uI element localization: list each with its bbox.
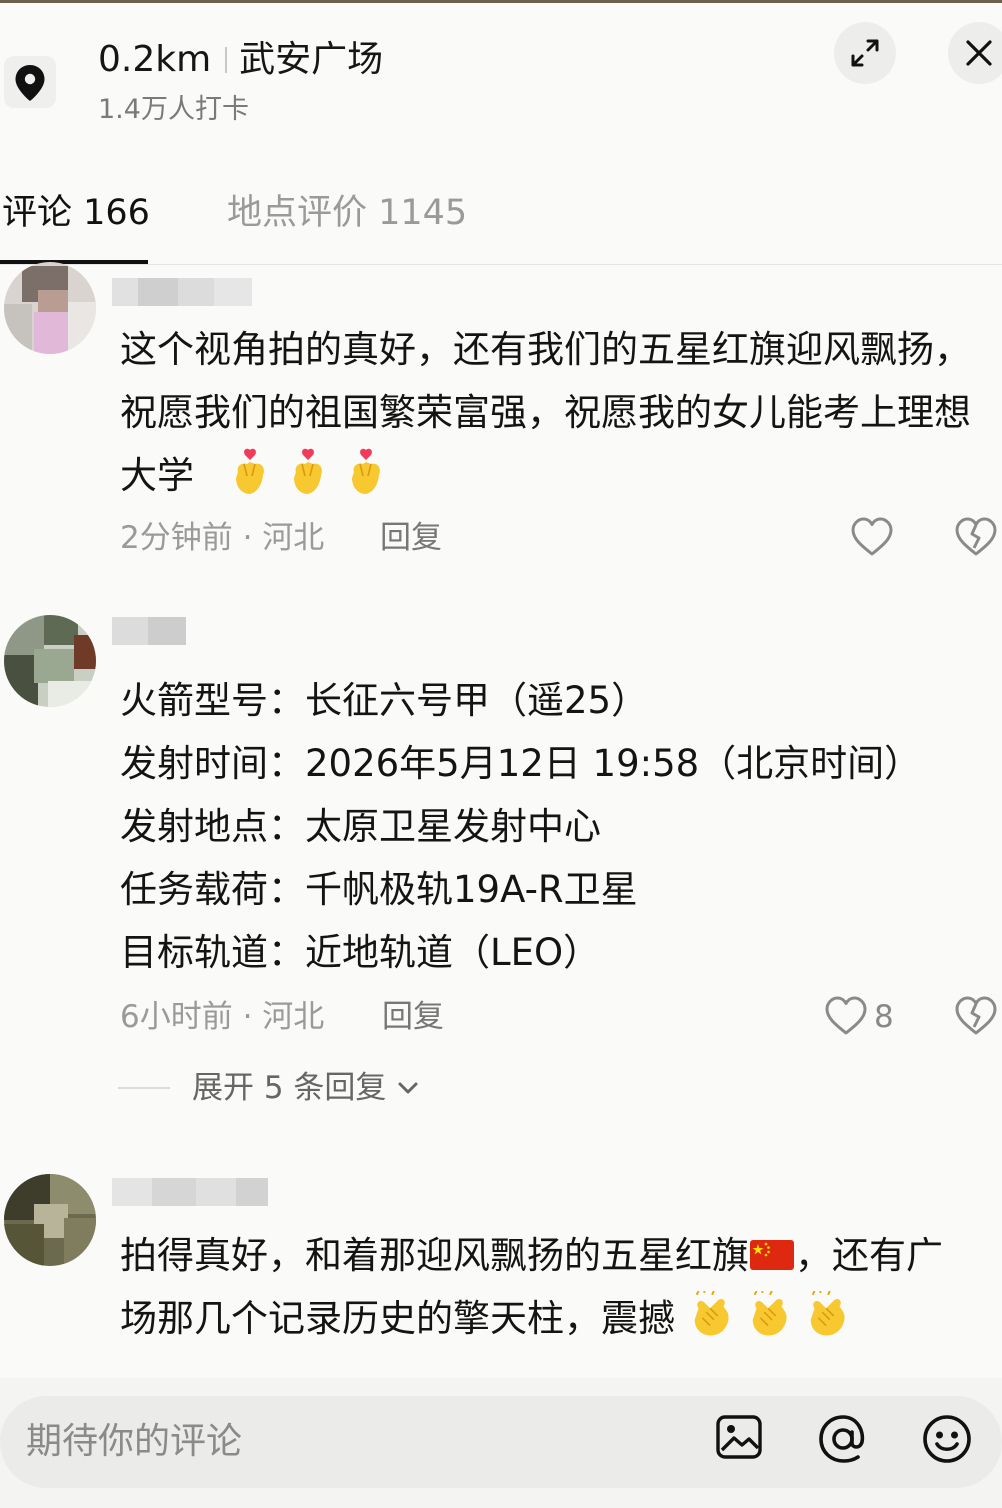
mention-button[interactable]: [816, 1412, 870, 1470]
avatar[interactable]: [4, 615, 96, 707]
comment-text-line: 这个视角拍的真好，还有我们的五星红旗迎风飘扬，: [120, 328, 971, 371]
expand-replies-label: 展开 5 条回复: [192, 1070, 387, 1106]
dislike-button[interactable]: [954, 516, 998, 562]
place-title[interactable]: 0.2km 武安广场: [98, 36, 383, 84]
checkin-count: 1.4万人打卡: [98, 94, 249, 125]
comment-text-line: 祝愿我们的祖国繁荣富强，祝愿我的女儿能考上理想: [120, 391, 971, 434]
comment-text-line: 场那几个记录历史的擎天柱，震撼: [120, 1287, 853, 1350]
heart-icon: [825, 996, 867, 1035]
expand-icon: [851, 39, 879, 67]
like-button[interactable]: [850, 516, 894, 562]
comment-text-line: 火箭型号：长征六号甲（遥25）: [120, 679, 649, 722]
place-name: 武安广场: [239, 39, 384, 80]
avatar[interactable]: [4, 1174, 96, 1266]
avatar[interactable]: [4, 262, 96, 354]
comment-text-fragment: 拍得真好，和着那迎风飘扬的五星红旗: [120, 1234, 749, 1277]
image-button[interactable]: [714, 1412, 764, 1466]
expand-button[interactable]: [834, 22, 896, 84]
china-flag-emoji: [750, 1240, 794, 1270]
finger-heart-emoji: [351, 448, 380, 494]
tab-bar: 评论 166 地点评价 1145: [0, 188, 1002, 266]
finger-heart-emoji: [293, 448, 322, 494]
broken-heart-icon: [955, 517, 997, 556]
expand-divider: [118, 1087, 170, 1089]
broken-heart-icon: [955, 996, 997, 1035]
tab-place-reviews[interactable]: 地点评价 1145: [227, 188, 467, 238]
emoji-button[interactable]: [920, 1412, 974, 1470]
title-divider: [225, 47, 228, 73]
comment-time-location: 6小时前 · 河北: [120, 999, 325, 1035]
close-icon: [966, 40, 992, 66]
comment-text-line: 任务载荷：千帆极轨19A-R卫星: [120, 868, 638, 911]
clapping-hands-emoji: [694, 1291, 729, 1336]
comment-text-fragment: 场那几个记录历史的擎天柱，震撼: [120, 1297, 675, 1340]
image-icon: [716, 1415, 762, 1459]
close-button[interactable]: [948, 22, 1002, 84]
tab-comments[interactable]: 评论 166: [2, 188, 150, 238]
location-header: 0.2km 武安广场 1.4万人打卡: [0, 0, 1002, 150]
heart-icon: [851, 517, 893, 556]
emoji-icon: [923, 1415, 971, 1463]
comment-input-placeholder: 期待你的评论: [26, 1421, 243, 1462]
comment-text-line: 发射地点：太原卫星发射中心: [120, 805, 601, 848]
comment-text-line: 大学: [120, 444, 402, 507]
finger-heart-emoji: [235, 448, 264, 494]
comment-text-fragment: 大学: [120, 454, 194, 497]
chevron-down-icon: [398, 1082, 418, 1094]
comment-time-location: 2分钟前 · 河北: [120, 520, 325, 556]
comment-text-line: 拍得真好，和着那迎风飘扬的五星红旗 ，还有广: [120, 1224, 943, 1287]
comment-text-fragment: ，还有广: [795, 1234, 943, 1277]
comment-text-line: 目标轨道：近地轨道（LEO）: [120, 931, 601, 974]
at-icon: [819, 1415, 865, 1463]
location-pin-icon: [4, 56, 56, 108]
like-button[interactable]: [824, 995, 868, 1041]
like-count: 8: [874, 999, 894, 1035]
tabs-divider: [0, 264, 1002, 265]
reply-button[interactable]: 回复: [382, 997, 444, 1037]
comment-text-line: 发射时间：2026年5月12日 19:58（北京时间）: [120, 742, 922, 785]
distance-label: 0.2km: [98, 39, 212, 80]
clapping-hands-emoji: [810, 1291, 845, 1336]
dislike-button[interactable]: [954, 995, 998, 1041]
clapping-hands-emoji: [752, 1291, 787, 1336]
reply-button[interactable]: 回复: [380, 518, 442, 558]
